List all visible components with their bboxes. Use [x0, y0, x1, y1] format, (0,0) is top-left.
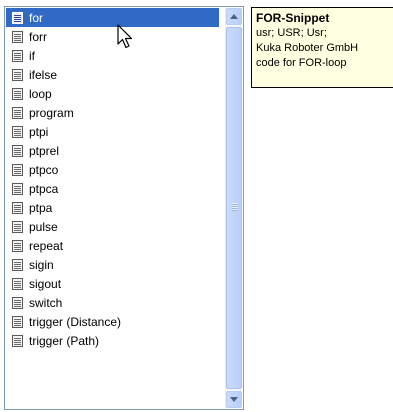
list-item[interactable]: pulse	[6, 217, 219, 236]
list-item-label: ptpi	[29, 124, 49, 139]
list-item[interactable]: ptpca	[6, 179, 219, 198]
list-item[interactable]: ifelse	[6, 65, 219, 84]
list-item[interactable]: trigger (Path)	[6, 331, 219, 350]
tooltip-line-author: Kuka Roboter GmbH	[256, 42, 359, 54]
list-item-label: ptprel	[29, 143, 60, 158]
scroll-up-button[interactable]	[226, 8, 242, 25]
snippet-document-icon	[12, 11, 23, 24]
list-item-label: repeat	[29, 238, 64, 253]
tooltip-line-description: code for FOR-loop	[256, 57, 347, 69]
snippet-tooltip: FOR-Snippet usr; USR; Usr; Kuka Roboter …	[251, 7, 393, 88]
snippet-document-icon	[12, 182, 23, 195]
snippet-document-icon	[12, 220, 23, 233]
list-item-label: loop	[29, 86, 52, 101]
list-item-label: for	[29, 10, 44, 25]
scroll-down-button[interactable]	[226, 391, 242, 408]
snippet-document-icon	[12, 315, 23, 328]
list-item[interactable]: switch	[6, 293, 219, 312]
snippet-document-icon	[12, 163, 23, 176]
snippet-document-icon	[12, 239, 23, 252]
list-item[interactable]: for	[6, 8, 219, 27]
list-item[interactable]: forr	[6, 27, 219, 46]
list-item-label: ptpco	[29, 162, 59, 177]
chevron-down-icon	[230, 397, 238, 402]
list-item-label: ptpca	[29, 181, 59, 196]
snippet-document-icon	[12, 296, 23, 309]
list-item-label: sigin	[29, 257, 54, 272]
snippet-document-icon	[12, 68, 23, 81]
snippet-list-items: for forr if ifelse loop program ptpi ptprel ptpc…	[6, 8, 219, 408]
mouse-pointer-icon	[117, 24, 133, 49]
vertical-scrollbar[interactable]	[225, 8, 242, 408]
snippet-document-icon	[12, 277, 23, 290]
tooltip-line-shortcuts: usr; USR; Usr;	[256, 27, 327, 39]
list-item-label: program	[29, 105, 74, 120]
snippet-document-icon	[12, 144, 23, 157]
list-item[interactable]: program	[6, 103, 219, 122]
list-item[interactable]: ptpco	[6, 160, 219, 179]
list-item[interactable]: ptpa	[6, 198, 219, 217]
list-item-label: if	[29, 48, 35, 63]
snippet-document-icon	[12, 334, 23, 347]
list-item[interactable]: trigger (Distance)	[6, 312, 219, 331]
list-item[interactable]: if	[6, 46, 219, 65]
list-item-label: ifelse	[29, 67, 58, 82]
snippet-document-icon	[12, 49, 23, 62]
list-item[interactable]: sigin	[6, 255, 219, 274]
list-item-label: sigout	[29, 276, 62, 291]
list-item[interactable]: repeat	[6, 236, 219, 255]
snippet-document-icon	[12, 30, 23, 43]
snippet-list[interactable]: for forr if ifelse loop program ptpi ptprel ptpc…	[4, 6, 244, 410]
list-item[interactable]: loop	[6, 84, 219, 103]
tooltip-title: FOR-Snippet	[256, 11, 330, 25]
snippet-document-icon	[12, 125, 23, 138]
grip-icon	[232, 203, 238, 211]
list-item[interactable]: sigout	[6, 274, 219, 293]
list-item-label: trigger (Distance)	[29, 314, 122, 329]
list-item-label: pulse	[29, 219, 58, 234]
snippet-document-icon	[12, 106, 23, 119]
scrollbar-thumb[interactable]	[226, 27, 242, 389]
snippet-document-icon	[12, 258, 23, 271]
snippet-document-icon	[12, 201, 23, 214]
snippet-document-icon	[12, 87, 23, 100]
list-item[interactable]: ptprel	[6, 141, 219, 160]
list-item-label: ptpa	[29, 200, 53, 215]
list-item-label: switch	[29, 295, 63, 310]
list-item-label: trigger (Path)	[29, 333, 100, 348]
list-item[interactable]: ptpi	[6, 122, 219, 141]
chevron-up-icon	[230, 14, 238, 19]
list-item-label: forr	[29, 29, 47, 44]
